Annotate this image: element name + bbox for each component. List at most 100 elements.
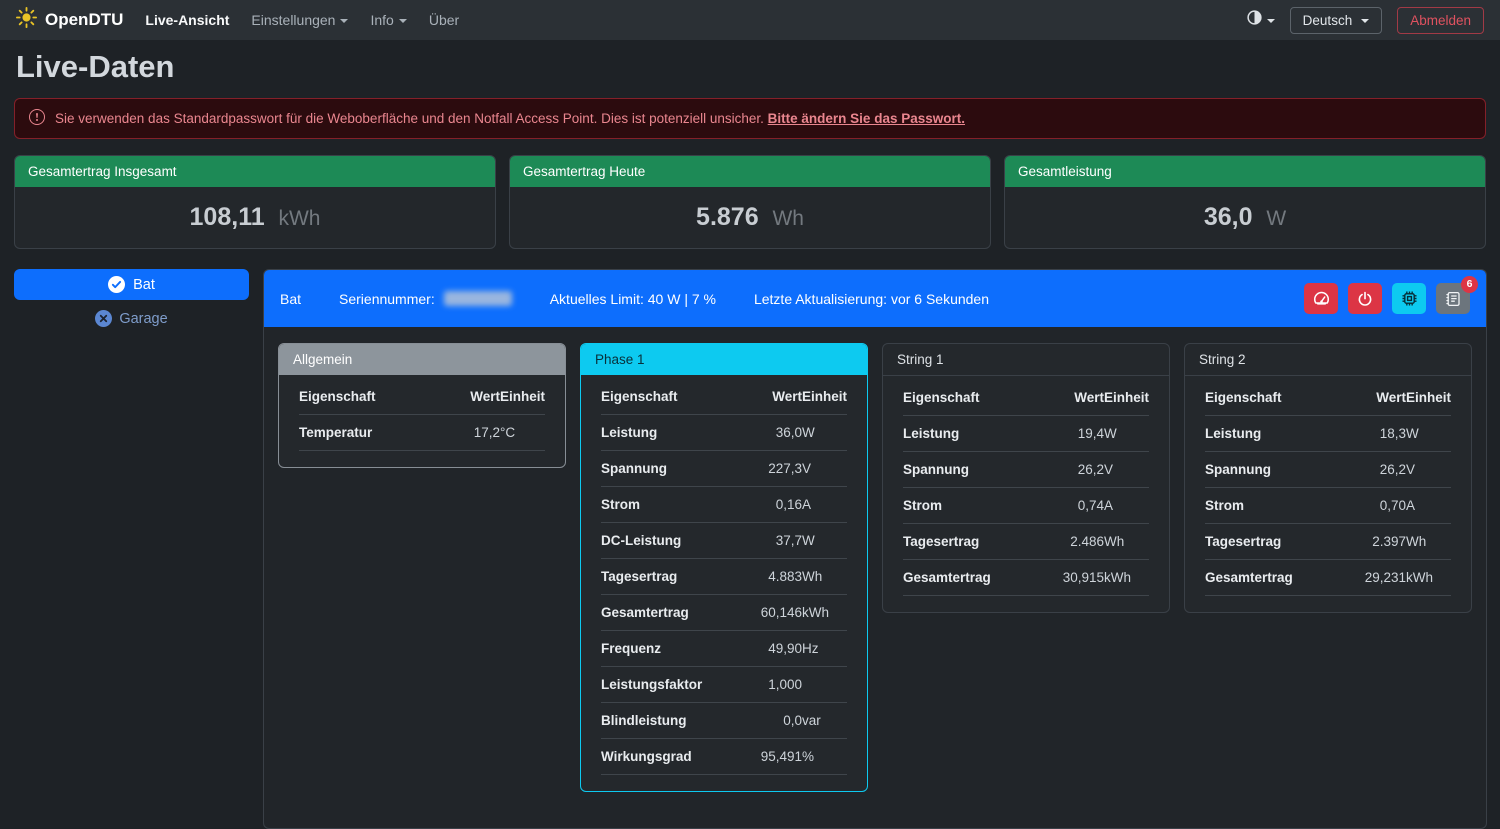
cpu-icon [1401,290,1418,307]
table-row-dc-leistung: DC-Leistung37,7W [601,523,847,559]
table-row-gesamtertrag: Gesamtertrag29,231kWh [1205,560,1451,596]
row-unit: W [802,415,847,451]
row-value: 18,3 [1340,416,1406,452]
data-card-title: Allgemein [279,344,565,375]
column-header-property: Eigenschaft [903,380,1038,416]
total-card-gesamtertrag-insgesamt: Gesamtertrag Insgesamt 108,11 kWh [14,155,496,249]
row-property: Temperatur [299,415,434,451]
table-row-blindleistung: Blindleistung0,0var [601,703,847,739]
data-card-phase-1: Phase 1 Eigenschaft Wert Einheit Leistun… [580,343,868,792]
column-header-unit: Einheit [802,379,847,415]
row-unit: W [802,523,847,559]
row-property: Leistung [601,415,736,451]
row-unit: Wh [802,559,847,595]
row-value: 1,000 [736,667,802,703]
inverter-panel-body: Allgemein Eigenschaft Wert Einheit Tempe… [264,327,1486,808]
row-value: 227,3 [736,451,802,487]
column-header-property: Eigenschaft [299,379,434,415]
data-card-string-2: String 2 Eigenschaft Wert Einheit Leistu… [1184,343,1472,613]
row-unit: kWh [1104,560,1149,596]
column-header-value: Wert [736,379,802,415]
power-settings-button[interactable] [1348,283,1382,314]
data-card-title: String 2 [1185,344,1471,376]
nav-item-info[interactable]: Info [370,12,406,28]
chevron-down-icon [1361,19,1369,23]
chevron-down-icon [340,19,348,23]
row-value: 19,4 [1038,416,1104,452]
data-card-title: String 1 [883,344,1169,376]
last-update: Letzte Aktualisierung: vor 6 Sekunden [754,291,989,307]
row-unit: % [802,739,847,775]
table-row-spannung: Spannung227,3V [601,451,847,487]
inverter-sidebar: Bat Garage [14,269,249,327]
nav-item-live-ansicht[interactable]: Live-Ansicht [145,12,229,28]
row-property: Spannung [903,452,1038,488]
table-row-strom: Strom0,74A [903,488,1149,524]
column-header-property: Eigenschaft [1205,380,1340,416]
row-value: 0,70 [1340,488,1406,524]
brand[interactable]: OpenDTU [16,7,123,33]
column-header-value: Wert [1340,380,1406,416]
row-value: 26,2 [1340,452,1406,488]
limit-settings-button[interactable] [1304,283,1338,314]
device-info-button[interactable] [1392,283,1426,314]
sun-icon [16,7,37,33]
row-unit: A [1406,488,1451,524]
row-property: Wirkungsgrad [601,739,736,775]
total-card-gesamtleistung: Gesamtleistung 36,0 W [1004,155,1486,249]
table-row-spannung: Spannung26,2V [1205,452,1451,488]
row-unit: var [802,703,847,739]
language-select-button[interactable]: Deutsch [1290,7,1383,34]
chevron-down-icon [1267,19,1275,23]
row-unit: V [1104,452,1149,488]
brand-label: OpenDTU [45,10,123,30]
row-property: Strom [601,487,736,523]
row-property: DC-Leistung [601,523,736,559]
totals-row: Gesamtertrag Insgesamt 108,11 kWh Gesamt… [14,155,1486,249]
data-table: Eigenschaft Wert Einheit Leistung18,3WSp… [1205,380,1451,596]
row-unit: Hz [802,631,847,667]
row-unit: W [1104,416,1149,452]
inverter-select-garage[interactable]: Garage [14,310,249,327]
nav-item-einstellungen[interactable]: Einstellungen [251,12,348,28]
row-property: Tagesertrag [601,559,736,595]
row-property: Tagesertrag [903,524,1038,560]
page-title: Live-Daten [16,49,1484,85]
row-property: Leistung [1205,416,1340,452]
event-log-button[interactable]: 6 [1436,283,1470,314]
nav-item-ber[interactable]: Über [429,12,459,28]
row-property: Spannung [1205,452,1340,488]
inverter-panel-header: Bat Seriennummer: Aktuelles Limit: 40 W … [264,270,1486,327]
table-row-strom: Strom0,70A [1205,488,1451,524]
row-property: Strom [903,488,1038,524]
nav-links: Live-Ansicht Einstellungen Info Über [145,12,459,28]
row-unit: kWh [802,595,847,631]
circle-half-icon [1247,10,1262,30]
table-row-strom: Strom0,16A [601,487,847,523]
change-password-link[interactable]: Bitte ändern Sie das Passwort. [768,111,965,126]
check-circle-icon [108,276,125,293]
navbar-right: Deutsch Abmelden [1247,7,1484,34]
row-value: 30,915 [1038,560,1104,596]
journal-icon [1445,291,1461,307]
logout-button[interactable]: Abmelden [1397,7,1484,34]
row-unit [802,667,847,703]
row-property: Tagesertrag [1205,524,1340,560]
row-property: Gesamtertrag [1205,560,1340,596]
table-row-spannung: Spannung26,2V [903,452,1149,488]
inverter-select-bat[interactable]: Bat [14,269,249,300]
row-unit: Wh [1104,524,1149,560]
data-table: Eigenschaft Wert Einheit Temperatur17,2°… [299,379,545,451]
table-row-tagesertrag: Tagesertrag2.486Wh [903,524,1149,560]
inverter-panel: Bat Seriennummer: Aktuelles Limit: 40 W … [263,269,1487,829]
theme-toggle[interactable] [1247,10,1275,30]
total-card-value: 108,11 [190,203,265,231]
data-table: Eigenschaft Wert Einheit Leistung19,4WSp… [903,380,1149,596]
total-card-unit: W [1261,207,1287,230]
table-row-leistungsfaktor: Leistungsfaktor1,000 [601,667,847,703]
row-value: 95,491 [736,739,802,775]
total-card-unit: Wh [767,207,804,230]
table-row-leistung: Leistung19,4W [903,416,1149,452]
navbar: OpenDTU Live-Ansicht Einstellungen Info Übe… [0,0,1500,40]
chevron-down-icon [399,19,407,23]
